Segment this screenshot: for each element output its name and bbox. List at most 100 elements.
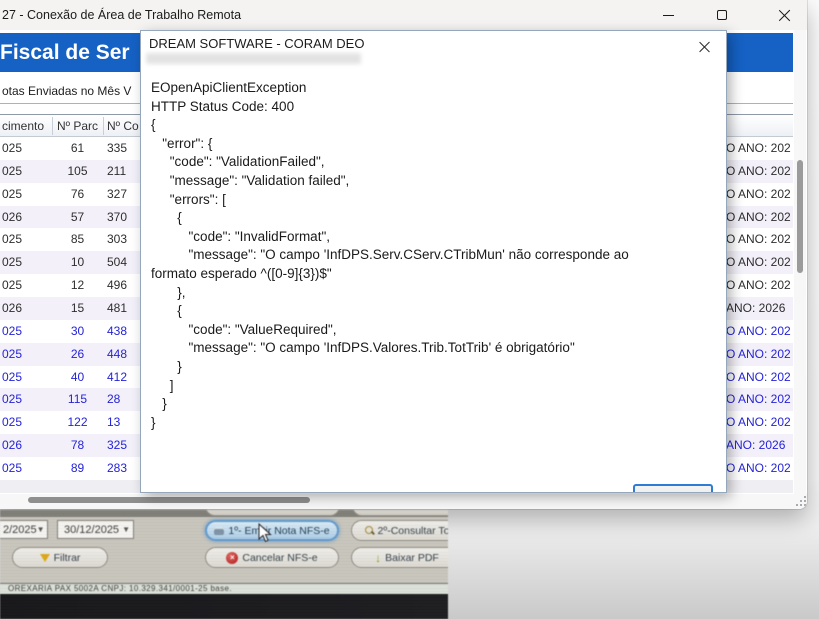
photo-partial-button [352, 510, 448, 516]
close-icon [778, 9, 790, 21]
cell-venc: 025 [2, 343, 22, 366]
cell-venc: 025 [2, 274, 22, 297]
cell-ctrl: 448 [107, 343, 127, 366]
cell-ano: O ANO: 202 [726, 183, 791, 206]
chevron-down-icon[interactable]: ▼ [37, 525, 45, 534]
cell-ano: O ANO: 202 [726, 457, 791, 480]
date-from-field[interactable]: 2/2025 ▼ [0, 520, 48, 539]
cell-parc: 89 [52, 457, 103, 480]
cell-venc: 025 [2, 320, 22, 343]
consult-totals-button[interactable]: 2º-Consultar To [351, 520, 448, 541]
printer-icon [214, 527, 224, 535]
column-header-parc[interactable]: Nº Parc [57, 115, 98, 137]
download-pdf-button[interactable]: ↓ Baixar PDF [351, 547, 448, 568]
photo-black-band [0, 594, 448, 619]
cell-parc: 40 [52, 366, 103, 389]
cell-ctrl: 504 [107, 251, 127, 274]
cell-ctrl: 335 [107, 137, 127, 160]
resize-grip[interactable] [796, 496, 807, 508]
cell-ano: O ANO: 202 [726, 343, 791, 366]
horizontal-scrollbar[interactable] [0, 494, 807, 509]
cancel-nfse-button[interactable]: × Cancelar NFS-e [205, 547, 339, 568]
cell-parc: 78 [52, 434, 103, 457]
vertical-scrollbar[interactable] [794, 30, 806, 494]
date-from-value: 2/2025 [3, 524, 37, 536]
download-pdf-label: Baixar PDF [385, 552, 439, 564]
cell-ctrl: 28 [107, 388, 120, 411]
cell-ano: O ANO: 202 [726, 160, 791, 183]
cell-parc: 57 [52, 206, 103, 229]
cell-parc: 26 [52, 343, 103, 366]
filter-label: Filtrar [54, 552, 81, 564]
cell-ano: ANO: 2026 [726, 297, 785, 320]
cell-ctrl: 325 [107, 434, 127, 457]
filter-button[interactable]: Filtrar [12, 547, 108, 568]
cell-parc: 85 [52, 228, 103, 251]
column-header-controle[interactable]: Nº Co [107, 115, 139, 137]
cell-venc: 025 [2, 411, 22, 434]
cell-ano: O ANO: 202 [726, 137, 791, 160]
cell-venc: 025 [2, 228, 22, 251]
download-icon: ↓ [375, 553, 381, 563]
cell-venc: 025 [2, 160, 22, 183]
close-button[interactable] [761, 0, 807, 30]
cell-ano: O ANO: 202 [726, 228, 791, 251]
screen: 27 - Conexão de Área de Trabalho Remota … [0, 0, 819, 619]
app-header-title: Fiscal de Ser [0, 41, 130, 65]
cell-ano: O ANO: 202 [726, 320, 791, 343]
photo-status-line: OREXARIA PAX 5002A CNPJ: 10.329.341/0001… [0, 583, 448, 594]
chevron-down-icon[interactable]: ▼ [122, 525, 130, 534]
ok-button[interactable] [633, 484, 713, 493]
column-header-vencimento[interactable]: cimento [2, 115, 44, 137]
emit-nfse-label: 1º- Emitir Nota NFS-e [228, 525, 329, 537]
minimize-button[interactable] [645, 0, 691, 30]
cell-ctrl: 303 [107, 228, 127, 251]
cell-parc: 15 [52, 297, 103, 320]
cell-parc: 122 [52, 411, 103, 434]
cell-ctrl: 13 [107, 411, 120, 434]
dialog-error-text: EOpenApiClientException HTTP Status Code… [151, 79, 717, 432]
cell-parc: 61 [52, 137, 103, 160]
dialog-close-icon [699, 41, 710, 52]
vertical-scrollbar-thumb[interactable] [797, 160, 803, 273]
cell-venc: 025 [2, 388, 22, 411]
cell-parc: 115 [52, 388, 103, 411]
photo-region: 2/2025 ▼ 30/12/2025 ▼ 1º- Emitir Nota NF… [0, 510, 448, 619]
cell-ctrl: 283 [107, 457, 127, 480]
cancel-nfse-label: Cancelar NFS-e [242, 552, 317, 564]
cell-venc: 025 [2, 251, 22, 274]
cell-ctrl: 412 [107, 366, 127, 389]
column-separator [52, 117, 53, 135]
cell-venc: 026 [2, 434, 22, 457]
cell-ctrl: 327 [107, 183, 127, 206]
cell-venc: 025 [2, 183, 22, 206]
cell-ano: O ANO: 202 [726, 206, 791, 229]
window-titlebar[interactable]: 27 - Conexão de Área de Trabalho Remota [0, 0, 807, 30]
emit-nfse-button[interactable]: 1º- Emitir Nota NFS-e [205, 520, 339, 541]
cell-ano: O ANO: 202 [726, 388, 791, 411]
horizontal-scrollbar-thumb[interactable] [28, 497, 310, 503]
cell-ctrl: 211 [107, 160, 126, 183]
cursor-icon [258, 523, 272, 543]
funnel-icon [40, 554, 50, 562]
dialog-close-button[interactable] [694, 36, 714, 56]
date-to-field[interactable]: 30/12/2025 ▼ [57, 520, 134, 539]
date-to-value: 30/12/2025 [64, 524, 119, 536]
cell-ctrl: 370 [107, 206, 127, 229]
consult-totals-label: 2º-Consultar To [378, 525, 448, 537]
maximize-icon [717, 10, 727, 20]
maximize-button[interactable] [699, 0, 745, 30]
cell-ano: O ANO: 202 [726, 251, 791, 274]
cell-ano: O ANO: 202 [726, 366, 791, 389]
dialog-title: DREAM SOFTWARE - CORAM DEO [149, 36, 364, 51]
cell-venc: 025 [2, 137, 22, 160]
magnifier-icon [365, 526, 374, 535]
cell-parc: 12 [52, 274, 103, 297]
dialog-ghost-artifact [146, 53, 361, 64]
error-dialog: DREAM SOFTWARE - CORAM DEO EOpenApiClien… [140, 30, 727, 493]
cell-parc: 105 [52, 160, 103, 183]
cell-ctrl: 481 [107, 297, 127, 320]
cancel-icon: × [226, 552, 238, 564]
tab-notas-enviadas[interactable]: otas Enviadas no Mês V [2, 84, 131, 98]
cell-venc: 026 [2, 206, 22, 229]
